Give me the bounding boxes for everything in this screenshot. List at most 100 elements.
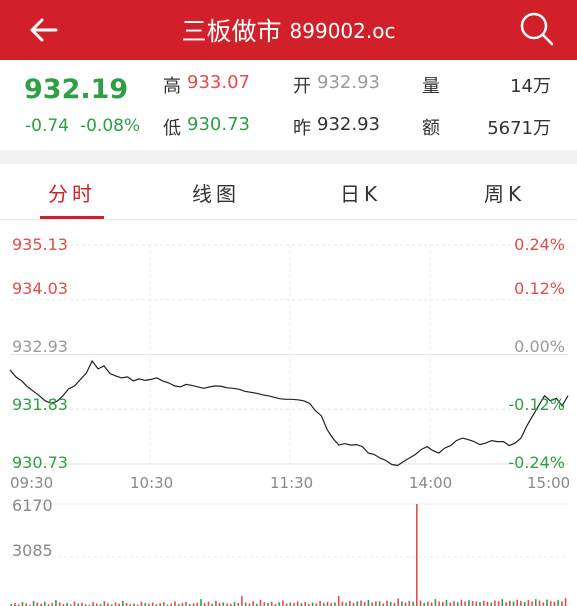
x-label-time-4: 15:00 [527,474,571,492]
volume-bar [419,600,422,606]
volume-bar [482,600,485,606]
tab-intraday[interactable]: 分时 [48,178,96,207]
volume-bar [122,600,124,606]
amount-value: 5671万 [487,118,551,139]
volume-bar [21,602,24,606]
back-button[interactable] [22,8,66,52]
volume-bar [438,601,440,606]
volume-bar [58,602,61,606]
volume-bar [356,601,359,606]
volume-bar [460,599,463,606]
volume-bar [542,602,545,606]
volume-bar [416,504,418,606]
volume-bar [103,601,106,606]
volume-bar [55,600,57,606]
volume-bar [564,598,567,606]
volume-bar [282,600,284,606]
volume-bar [561,601,563,606]
y-label-price-2: 932.93 [12,337,68,356]
volume-bar [44,601,46,606]
tab-weekly-k[interactable]: 周K [484,178,525,207]
volume-bar [140,601,143,606]
volume-bar [360,600,362,606]
low-value: 930.73 [187,114,250,135]
volume-bar [479,602,481,606]
volume-bar [509,600,511,606]
y-label-price-0: 935.13 [12,235,68,254]
volume-bar [401,601,403,606]
volume-bar [252,601,254,606]
volume-bar [546,599,548,606]
volume-bar [244,602,247,606]
prev-close-label: 昨 [293,118,311,139]
volume-bar [233,601,236,606]
volume-bar [527,600,530,606]
volume-bar [404,602,407,606]
volume-bar [397,598,399,606]
chart-tabs: 分时 线图 日K 周K [0,164,577,220]
volume-bar [92,602,94,606]
stock-code: 899002.oc [289,19,396,43]
volume-bar [442,602,444,606]
volume-bar [367,599,370,606]
volume-bar [445,600,448,606]
y-label-pct-3: -0.12% [508,395,565,414]
volume-bar [456,602,459,606]
volume-bar [163,602,165,606]
volume-bar [326,601,329,606]
volume-bar [200,599,202,606]
volume-bar [296,601,299,606]
volume-bar [375,601,377,606]
volume-bar [523,601,526,606]
back-arrow-icon [30,18,58,42]
volume-bar [289,602,292,606]
volume-bar [427,601,429,606]
volume-bar [349,600,351,606]
volume-bar [319,601,321,606]
volume-bar [434,599,437,606]
volume-bar [36,602,39,606]
y-label-price-4: 930.73 [12,453,68,472]
volume-bar [363,602,366,606]
volume-bar [549,601,552,606]
intraday-chart[interactable]: 935.13 934.03 932.93 931.83 930.73 0.24%… [0,221,577,606]
price-line [9,359,569,467]
volume-bar [471,601,474,606]
y-label-pct-4: -0.24% [508,453,565,472]
app-header: 三板做市 899002.oc [0,0,577,60]
y-label-price-1: 934.03 [12,279,68,298]
volume-bar [535,599,537,606]
y-label-pct-0: 0.24% [514,235,565,254]
volume-bar [222,602,225,606]
volume-bar [412,601,414,606]
x-label-time-3: 14:00 [409,474,453,492]
y-label-pct-2: 0.00% [514,337,565,356]
volume-bar [334,602,336,606]
volume-bar [486,601,489,606]
x-label-time-1: 10:30 [130,474,174,492]
active-tab-indicator [40,216,104,219]
volume-bar [453,601,455,606]
high-label: 高 [163,76,181,97]
volume-bar [73,601,76,606]
volume-bar [151,602,154,606]
volume-bar [386,600,388,606]
volume-bar [490,602,492,606]
quote-panel: 932.19 -0.74 -0.08% 高 933.07 低 930.73 开 … [0,60,577,150]
open-label: 开 [293,76,311,97]
volume-bar [464,601,466,606]
volume-bar [270,601,273,606]
volume-label: 量 [422,76,440,97]
volume-bar [430,602,433,606]
tab-line-chart[interactable]: 线图 [192,178,240,207]
volume-bar [538,600,541,606]
intraday-chart-svg [9,244,569,606]
tab-daily-k[interactable]: 日K [340,178,381,207]
volume-bar [501,599,504,606]
volume-bar [531,601,533,606]
volume-scale-mid: 3085 [12,541,53,560]
search-button[interactable] [512,6,560,54]
volume-bar [278,602,280,606]
volume-bar [408,600,411,606]
volume-bar [553,601,556,606]
